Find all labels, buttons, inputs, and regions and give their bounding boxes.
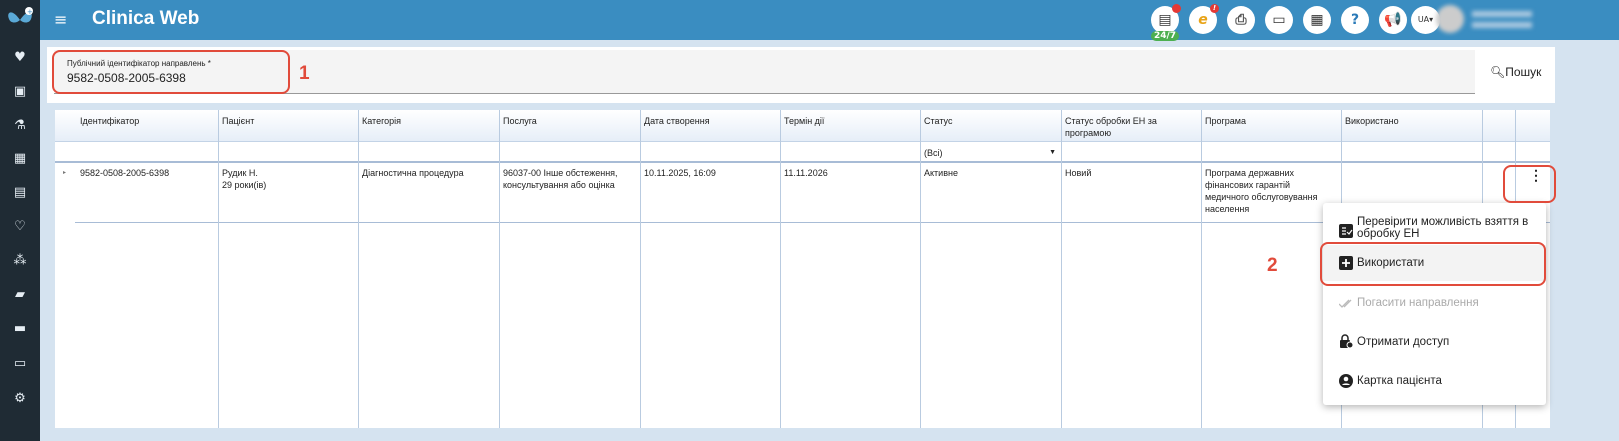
contact-icon[interactable]: ▣ <box>12 84 28 100</box>
svg-text:+: + <box>27 8 33 16</box>
row-category: Діагностична процедура <box>362 168 464 178</box>
annotation-box-kebab <box>1503 165 1556 203</box>
user-profile[interactable] <box>1432 5 1542 35</box>
lock-icon <box>1340 334 1353 348</box>
pdf-icon[interactable]: ⎙ <box>1227 6 1255 34</box>
search-button[interactable]: 🔍︎Пошук <box>1490 65 1541 79</box>
annotation-label-1: 1 <box>299 63 310 84</box>
ehealth-icon[interactable]: e! <box>1189 4 1219 34</box>
col-header-service[interactable]: Послуга <box>503 115 537 127</box>
folder-icon[interactable]: ▬ <box>12 321 28 337</box>
filter-row <box>55 142 1550 163</box>
settings-icon[interactable]: ⚙ <box>12 391 28 407</box>
status-filter-select[interactable]: (Всі) ▼ <box>924 147 1056 159</box>
col-header-expires[interactable]: Термін дії <box>784 115 824 127</box>
row-en-status: Новий <box>1065 168 1092 178</box>
document-icon[interactable]: ▤ <box>12 185 28 201</box>
col-header-patient[interactable]: Пацієнт <box>222 115 254 127</box>
menu-item-patient-card[interactable]: Картка пацієнта <box>1323 363 1546 399</box>
row-created: 10.11.2025, 16:09 <box>644 168 716 178</box>
hamburger-menu-icon[interactable]: ≡ <box>54 10 67 29</box>
app-title: Clinica Web <box>92 8 200 29</box>
chat-icon[interactable]: ▤ <box>1151 4 1181 34</box>
col-header-en-status[interactable]: Статус обробки ЕН за програмою <box>1065 115 1190 139</box>
col-header-status[interactable]: Статус <box>924 115 952 127</box>
row-program: Програма державних фінансових гарантій м… <box>1205 168 1318 214</box>
card-icon[interactable]: ▭ <box>1265 6 1293 34</box>
row-patient: Рудик Н. 29 роки(ів) <box>222 168 267 190</box>
support-badge: 24/7 <box>1151 31 1180 41</box>
logo-icon: + <box>8 7 33 23</box>
calculator-icon[interactable]: ▦ <box>1303 6 1331 34</box>
annotation-label-2: 2 <box>1267 255 1278 276</box>
row-status: Активне <box>924 168 958 178</box>
cubes-icon[interactable]: ⁂ <box>12 253 28 269</box>
annotation-box-1 <box>52 50 290 94</box>
col-header-id[interactable]: Ідентифікатор <box>80 115 139 127</box>
annotation-box-2 <box>1320 242 1546 286</box>
col-header-program[interactable]: Програма <box>1205 115 1246 127</box>
heartbeat-icon[interactable]: ♡ <box>12 219 28 235</box>
row-context-menu: Перевірити можливість взяття в обробку Е… <box>1323 203 1546 405</box>
row-expires: 11.11.2026 <box>784 168 828 178</box>
row-id: 9582-0508-2005-6398 <box>80 168 170 178</box>
sidebar: + ♥ ▣ ⚗ ▦ ▤ ♡ ⁂ ▰ ▬ ▭ ⚙ <box>0 0 40 441</box>
col-header-created[interactable]: Дата створення <box>644 115 710 127</box>
search-icon: 🔍︎ <box>1490 65 1506 79</box>
menu-item-cancel-referral: Погасити направлення <box>1323 285 1546 321</box>
col-header-used[interactable]: Використано <box>1345 115 1399 127</box>
book-icon[interactable]: ▰ <box>12 287 28 303</box>
menu-item-get-access[interactable]: Отримати доступ <box>1323 324 1546 360</box>
help-icon[interactable]: ? <box>1341 6 1369 34</box>
heart-icon[interactable]: ♥ <box>12 50 28 66</box>
calendar-icon[interactable]: ▦ <box>12 151 28 167</box>
row-service: 96037-00 Інше обстеження, консультування… <box>503 168 618 190</box>
col-header-category[interactable]: Категорія <box>362 115 401 127</box>
megaphone-icon[interactable]: 📢 <box>1379 6 1407 34</box>
double-check-icon <box>1339 299 1352 308</box>
money-icon[interactable]: ▭ <box>12 356 28 372</box>
account-circle-icon <box>1339 374 1353 388</box>
expand-row-icon[interactable]: ▸ <box>63 167 66 179</box>
flask-icon[interactable]: ⚗ <box>12 118 28 134</box>
checklist-icon <box>1339 224 1353 238</box>
